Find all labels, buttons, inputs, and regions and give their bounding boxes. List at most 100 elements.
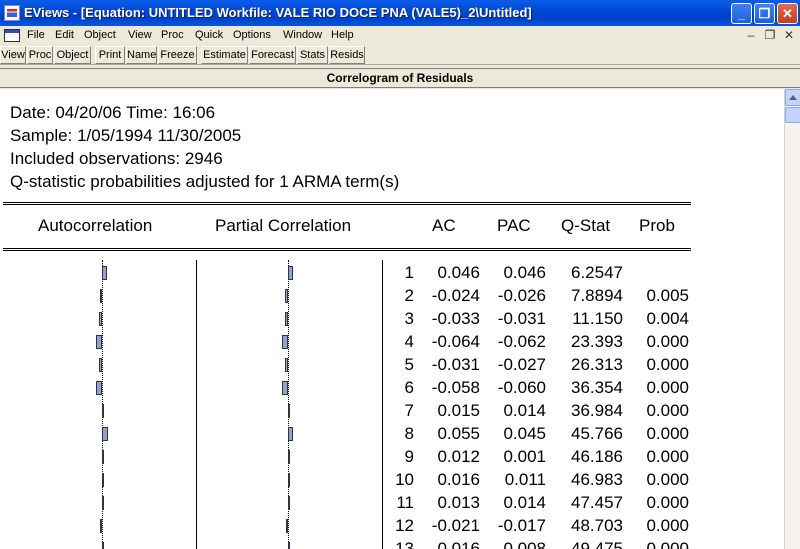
- ac-bar: [102, 473, 104, 487]
- row-ac: -0.021: [431, 516, 480, 535]
- row-pac: 0.046: [503, 263, 546, 282]
- row-prob: 0.000: [646, 539, 689, 549]
- pac-bar: [285, 358, 288, 372]
- row-pac: -0.027: [497, 355, 546, 374]
- row-prob: 0.000: [646, 447, 689, 466]
- stats-button[interactable]: Stats: [297, 46, 328, 64]
- menu-edit[interactable]: Edit: [55, 29, 74, 41]
- row-pac: 0.001: [503, 447, 546, 466]
- menu-object[interactable]: Object: [84, 29, 116, 41]
- row-prob: 0.000: [646, 493, 689, 512]
- row-prob: 0.000: [646, 332, 689, 351]
- ac-bar: [100, 289, 102, 303]
- row-lag: 5: [404, 355, 414, 374]
- child-minimize-button[interactable]: –: [743, 28, 759, 42]
- menu-view[interactable]: View: [128, 29, 152, 41]
- col-qstat: Q-Stat: [561, 216, 611, 235]
- pac-bar: [288, 496, 290, 510]
- view-button[interactable]: View: [0, 46, 26, 64]
- row-pac: 0.045: [503, 424, 546, 443]
- row-lag: 10: [395, 470, 414, 489]
- freeze-button[interactable]: Freeze: [158, 46, 197, 64]
- row-ac: 0.015: [437, 401, 480, 420]
- row-pac: 0.008: [503, 539, 546, 549]
- row-prob: 0.000: [646, 470, 689, 489]
- row-prob: 0.000: [646, 516, 689, 535]
- eviews-app-icon[interactable]: [4, 5, 20, 21]
- vertical-scrollbar[interactable]: [784, 89, 800, 549]
- row-ac: 0.046: [437, 263, 480, 282]
- row-lag: 6: [404, 378, 414, 397]
- name-button[interactable]: Name: [126, 46, 157, 64]
- row-ac: 0.016: [437, 539, 480, 549]
- col-pac: PAC: [497, 216, 531, 235]
- col-partial-correlation: Partial Correlation: [215, 216, 352, 235]
- row-pac: -0.031: [497, 309, 546, 328]
- row-qstat: 45.766: [571, 424, 623, 443]
- ac-bar: [100, 519, 102, 533]
- row-lag: 13: [395, 539, 414, 549]
- col-ac: AC: [432, 216, 456, 235]
- menu-quick[interactable]: Quick: [195, 29, 223, 41]
- forecast-button[interactable]: Forecast: [249, 46, 296, 64]
- child-restore-button[interactable]: ❐: [762, 28, 778, 42]
- menu-options[interactable]: Options: [233, 29, 271, 41]
- row-lag: 9: [404, 447, 414, 466]
- row-lag: 12: [395, 516, 414, 535]
- row-pac: 0.011: [504, 470, 546, 489]
- ac-bar: [99, 358, 102, 372]
- ac-bar: [102, 496, 104, 510]
- row-qstat: 47.457: [571, 493, 623, 512]
- row-qstat: 48.703: [571, 516, 623, 535]
- minimize-button[interactable]: _: [731, 3, 752, 24]
- ac-bar: [102, 450, 104, 464]
- row-qstat: 26.313: [571, 355, 623, 374]
- restore-button[interactable]: ❐: [754, 3, 775, 24]
- pac-bar: [288, 450, 290, 464]
- object-button[interactable]: Object: [54, 46, 91, 64]
- ac-bar: [102, 542, 104, 549]
- scroll-thumb[interactable]: [785, 107, 800, 123]
- row-lag: 11: [396, 493, 414, 512]
- row-qstat: 49.475: [571, 539, 623, 549]
- estimate-button[interactable]: Estimate: [201, 46, 248, 64]
- pac-bar: [282, 335, 288, 349]
- ac-bar: [102, 404, 104, 418]
- print-button[interactable]: Print: [95, 46, 125, 64]
- pac-bar: [282, 381, 288, 395]
- row-ac: 0.012: [437, 447, 480, 466]
- col-prob: Prob: [639, 216, 675, 235]
- menu-window[interactable]: Window: [283, 29, 322, 41]
- pac-bar: [286, 519, 288, 533]
- proc-button[interactable]: Proc: [27, 46, 53, 64]
- ac-bar: [96, 335, 102, 349]
- menu-file[interactable]: File: [27, 29, 45, 41]
- sample-line: Sample: 1/05/1994 11/30/2005: [10, 126, 242, 145]
- q-statistic-note: Q-statistic probabilities adjusted for 1…: [10, 172, 400, 191]
- row-ac: 0.016: [437, 470, 480, 489]
- row-prob: 0.000: [646, 424, 689, 443]
- panel-title: Correlogram of Residuals: [0, 68, 800, 88]
- row-lag: 3: [404, 309, 414, 328]
- row-qstat: 11.150: [572, 309, 623, 328]
- child-close-button[interactable]: ✕: [781, 28, 797, 42]
- resids-button[interactable]: Resids: [329, 46, 365, 64]
- divider-header: [3, 248, 691, 249]
- close-button[interactable]: ✕: [777, 3, 798, 24]
- title-bar[interactable]: EViews - [Equation: UNTITLED Workfile: V…: [0, 0, 800, 26]
- divider-header-double: [3, 250, 691, 251]
- divider-top-double: [3, 204, 691, 205]
- document-window-icon[interactable]: [4, 29, 20, 42]
- date-time-line: Date: 04/20/06 Time: 16:06: [10, 103, 216, 122]
- row-pac: -0.026: [497, 286, 546, 305]
- row-pac: -0.060: [497, 378, 546, 397]
- row-ac: 0.013: [437, 493, 480, 512]
- row-lag: 1: [404, 263, 414, 282]
- row-pac: 0.014: [503, 401, 546, 420]
- row-lag: 7: [404, 401, 414, 420]
- scroll-up-arrow-icon[interactable]: [785, 89, 800, 106]
- row-pac: 0.014: [503, 493, 546, 512]
- row-ac: -0.064: [431, 332, 480, 351]
- menu-help[interactable]: Help: [331, 29, 354, 41]
- menu-proc[interactable]: Proc: [161, 29, 184, 41]
